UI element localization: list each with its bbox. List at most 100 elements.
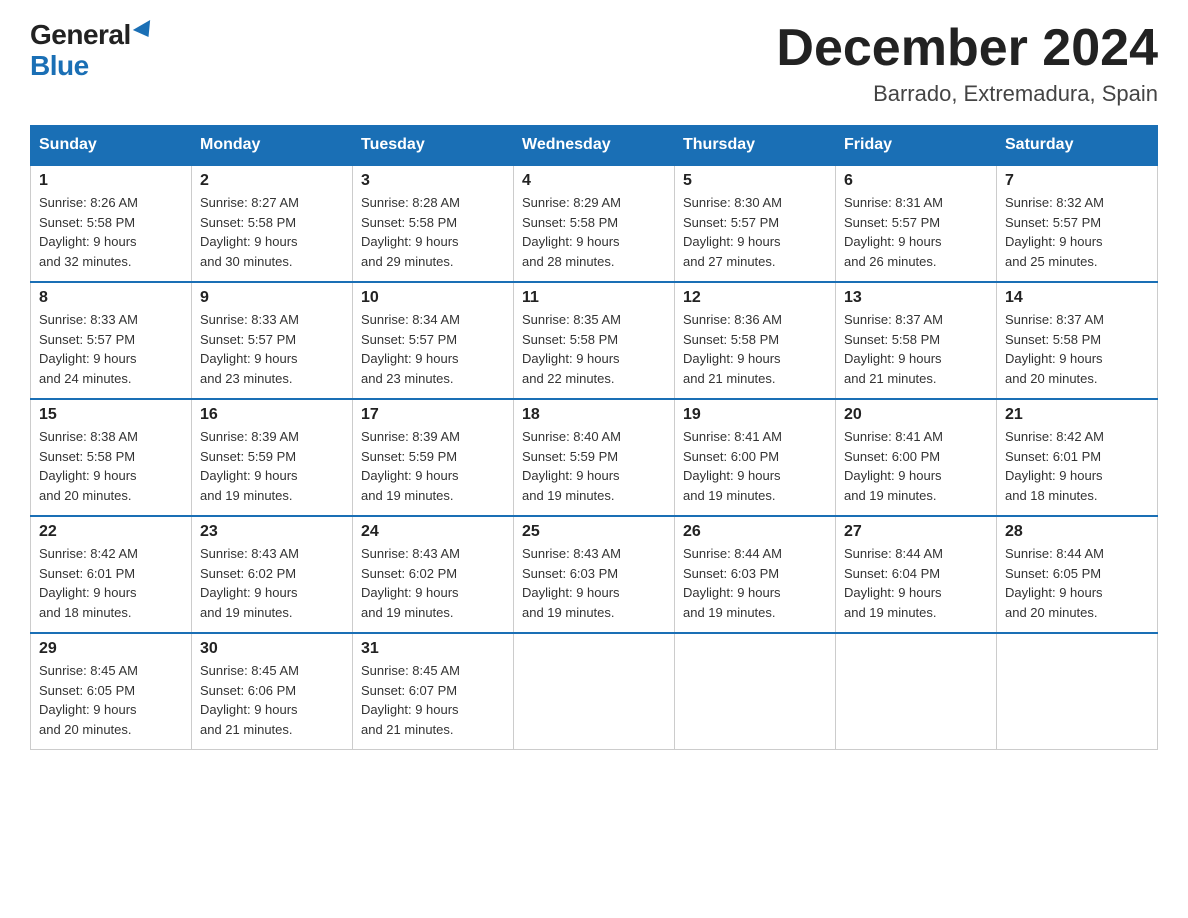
day-info: Sunrise: 8:43 AMSunset: 6:02 PMDaylight:… xyxy=(200,544,344,622)
day-number: 19 xyxy=(683,406,827,424)
calendar-cell-week4-day3: 24Sunrise: 8:43 AMSunset: 6:02 PMDayligh… xyxy=(353,516,514,633)
col-header-sunday: Sunday xyxy=(31,126,192,166)
calendar-cell-week1-day5: 5 Sunrise: 8:30 AMSunset: 5:57 PMDaylight… xyxy=(675,165,836,282)
day-info: Sunrise: 8:45 AMSunset: 6:06 PMDaylight:… xyxy=(200,661,344,739)
calendar-cell-week3-day3: 17 Sunrise: 8:39 AMSunset: 5:59 PMDayligh… xyxy=(353,399,514,516)
day-info: Sunrise: 8:42 AMSunset: 6:01 PMDaylight:… xyxy=(1005,427,1149,505)
calendar-cell-week2-day3: 10Sunrise: 8:34 AMSunset: 5:57 PMDayligh… xyxy=(353,282,514,399)
day-number: 22 xyxy=(39,523,183,541)
day-number: 7 xyxy=(1005,172,1149,190)
day-number: 16 xyxy=(200,406,344,424)
day-number: 21 xyxy=(1005,406,1149,424)
day-number: 29 xyxy=(39,640,183,658)
day-info: Sunrise: 8:36 AMSunset: 5:58 PMDaylight:… xyxy=(683,310,827,388)
calendar-cell-week2-day1: 8 Sunrise: 8:33 AMSunset: 5:57 PMDaylight… xyxy=(31,282,192,399)
day-info: Sunrise: 8:37 AMSunset: 5:58 PMDaylight:… xyxy=(1005,310,1149,388)
day-number: 12 xyxy=(683,289,827,307)
day-info: Sunrise: 8:30 AMSunset: 5:57 PMDaylight:… xyxy=(683,193,827,271)
day-info: Sunrise: 8:28 AMSunset: 5:58 PMDaylight:… xyxy=(361,193,505,271)
col-header-wednesday: Wednesday xyxy=(514,126,675,166)
calendar-cell-week2-day7: 14Sunrise: 8:37 AMSunset: 5:58 PMDayligh… xyxy=(997,282,1158,399)
day-number: 3 xyxy=(361,172,505,190)
calendar-cell-week2-day5: 12 Sunrise: 8:36 AMSunset: 5:58 PMDayligh… xyxy=(675,282,836,399)
calendar-cell-week4-day7: 28 Sunrise: 8:44 AMSunset: 6:05 PMDayligh… xyxy=(997,516,1158,633)
day-info: Sunrise: 8:29 AMSunset: 5:58 PMDaylight:… xyxy=(522,193,666,271)
day-number: 27 xyxy=(844,523,988,541)
calendar-cell-week2-day4: 11Sunrise: 8:35 AMSunset: 5:58 PMDayligh… xyxy=(514,282,675,399)
calendar-cell-week5-day5 xyxy=(675,633,836,750)
calendar-cell-week4-day6: 27 Sunrise: 8:44 AMSunset: 6:04 PMDayligh… xyxy=(836,516,997,633)
calendar-cell-week5-day3: 31 Sunrise: 8:45 AMSunset: 6:07 PMDayligh… xyxy=(353,633,514,750)
col-header-saturday: Saturday xyxy=(997,126,1158,166)
calendar-cell-week1-day6: 6 Sunrise: 8:31 AMSunset: 5:57 PMDaylight… xyxy=(836,165,997,282)
day-info: Sunrise: 8:44 AMSunset: 6:03 PMDaylight:… xyxy=(683,544,827,622)
day-number: 26 xyxy=(683,523,827,541)
day-number: 23 xyxy=(200,523,344,541)
calendar-cell-week3-day2: 16 Sunrise: 8:39 AMSunset: 5:59 PMDayligh… xyxy=(192,399,353,516)
day-number: 8 xyxy=(39,289,183,307)
calendar-cell-week4-day1: 22 Sunrise: 8:42 AMSunset: 6:01 PMDayligh… xyxy=(31,516,192,633)
calendar-week-1: 1 Sunrise: 8:26 AMSunset: 5:58 PMDaylight… xyxy=(31,165,1158,282)
calendar-cell-week1-day2: 2Sunrise: 8:27 AMSunset: 5:58 PMDaylight… xyxy=(192,165,353,282)
calendar-cell-week1-day7: 7 Sunrise: 8:32 AMSunset: 5:57 PMDaylight… xyxy=(997,165,1158,282)
logo-general-text: General xyxy=(30,20,131,51)
page-header: General Blue December 2024 Barrado, Extr… xyxy=(30,20,1158,107)
day-info: Sunrise: 8:31 AMSunset: 5:57 PMDaylight:… xyxy=(844,193,988,271)
calendar-week-3: 15 Sunrise: 8:38 AMSunset: 5:58 PMDayligh… xyxy=(31,399,1158,516)
day-info: Sunrise: 8:41 AMSunset: 6:00 PMDaylight:… xyxy=(683,427,827,505)
day-info: Sunrise: 8:26 AMSunset: 5:58 PMDaylight:… xyxy=(39,193,183,271)
day-info: Sunrise: 8:39 AMSunset: 5:59 PMDaylight:… xyxy=(200,427,344,505)
day-info: Sunrise: 8:41 AMSunset: 6:00 PMDaylight:… xyxy=(844,427,988,505)
day-info: Sunrise: 8:44 AMSunset: 6:04 PMDaylight:… xyxy=(844,544,988,622)
day-number: 30 xyxy=(200,640,344,658)
day-number: 24 xyxy=(361,523,505,541)
day-number: 4 xyxy=(522,172,666,190)
calendar-cell-week5-day7 xyxy=(997,633,1158,750)
location-title: Barrado, Extremadura, Spain xyxy=(776,81,1158,107)
day-info: Sunrise: 8:33 AMSunset: 5:57 PMDaylight:… xyxy=(39,310,183,388)
day-number: 28 xyxy=(1005,523,1149,541)
day-number: 1 xyxy=(39,172,183,190)
day-number: 2 xyxy=(200,172,344,190)
calendar-cell-week4-day4: 25 Sunrise: 8:43 AMSunset: 6:03 PMDayligh… xyxy=(514,516,675,633)
calendar-cell-week3-day5: 19 Sunrise: 8:41 AMSunset: 6:00 PMDayligh… xyxy=(675,399,836,516)
day-info: Sunrise: 8:39 AMSunset: 5:59 PMDaylight:… xyxy=(361,427,505,505)
col-header-thursday: Thursday xyxy=(675,126,836,166)
day-info: Sunrise: 8:38 AMSunset: 5:58 PMDaylight:… xyxy=(39,427,183,505)
calendar-cell-week3-day6: 20 Sunrise: 8:41 AMSunset: 6:00 PMDayligh… xyxy=(836,399,997,516)
day-info: Sunrise: 8:44 AMSunset: 6:05 PMDaylight:… xyxy=(1005,544,1149,622)
calendar-cell-week3-day4: 18 Sunrise: 8:40 AMSunset: 5:59 PMDayligh… xyxy=(514,399,675,516)
day-number: 9 xyxy=(200,289,344,307)
day-number: 31 xyxy=(361,640,505,658)
day-number: 15 xyxy=(39,406,183,424)
calendar-week-5: 29Sunrise: 8:45 AMSunset: 6:05 PMDayligh… xyxy=(31,633,1158,750)
day-info: Sunrise: 8:45 AMSunset: 6:07 PMDaylight:… xyxy=(361,661,505,739)
col-header-friday: Friday xyxy=(836,126,997,166)
calendar-cell-week5-day6 xyxy=(836,633,997,750)
day-number: 25 xyxy=(522,523,666,541)
calendar-header-row: SundayMondayTuesdayWednesdayThursdayFrid… xyxy=(31,126,1158,166)
day-number: 6 xyxy=(844,172,988,190)
calendar-cell-week2-day6: 13 Sunrise: 8:37 AMSunset: 5:58 PMDayligh… xyxy=(836,282,997,399)
day-info: Sunrise: 8:40 AMSunset: 5:59 PMDaylight:… xyxy=(522,427,666,505)
calendar-cell-week5-day4 xyxy=(514,633,675,750)
calendar-cell-week3-day7: 21 Sunrise: 8:42 AMSunset: 6:01 PMDayligh… xyxy=(997,399,1158,516)
day-info: Sunrise: 8:32 AMSunset: 5:57 PMDaylight:… xyxy=(1005,193,1149,271)
day-number: 20 xyxy=(844,406,988,424)
day-number: 18 xyxy=(522,406,666,424)
day-info: Sunrise: 8:37 AMSunset: 5:58 PMDaylight:… xyxy=(844,310,988,388)
calendar-cell-week1-day3: 3 Sunrise: 8:28 AMSunset: 5:58 PMDaylight… xyxy=(353,165,514,282)
calendar-cell-week4-day2: 23 Sunrise: 8:43 AMSunset: 6:02 PMDayligh… xyxy=(192,516,353,633)
day-number: 13 xyxy=(844,289,988,307)
col-header-monday: Monday xyxy=(192,126,353,166)
calendar-cell-week2-day2: 9Sunrise: 8:33 AMSunset: 5:57 PMDaylight… xyxy=(192,282,353,399)
day-number: 5 xyxy=(683,172,827,190)
calendar-table: SundayMondayTuesdayWednesdayThursdayFrid… xyxy=(30,125,1158,750)
calendar-cell-week3-day1: 15 Sunrise: 8:38 AMSunset: 5:58 PMDayligh… xyxy=(31,399,192,516)
day-info: Sunrise: 8:42 AMSunset: 6:01 PMDaylight:… xyxy=(39,544,183,622)
title-block: December 2024 Barrado, Extremadura, Spai… xyxy=(776,20,1158,107)
logo-blue-text: Blue xyxy=(30,50,89,81)
logo: General Blue xyxy=(30,20,155,82)
day-info: Sunrise: 8:43 AMSunset: 6:03 PMDaylight:… xyxy=(522,544,666,622)
day-number: 17 xyxy=(361,406,505,424)
